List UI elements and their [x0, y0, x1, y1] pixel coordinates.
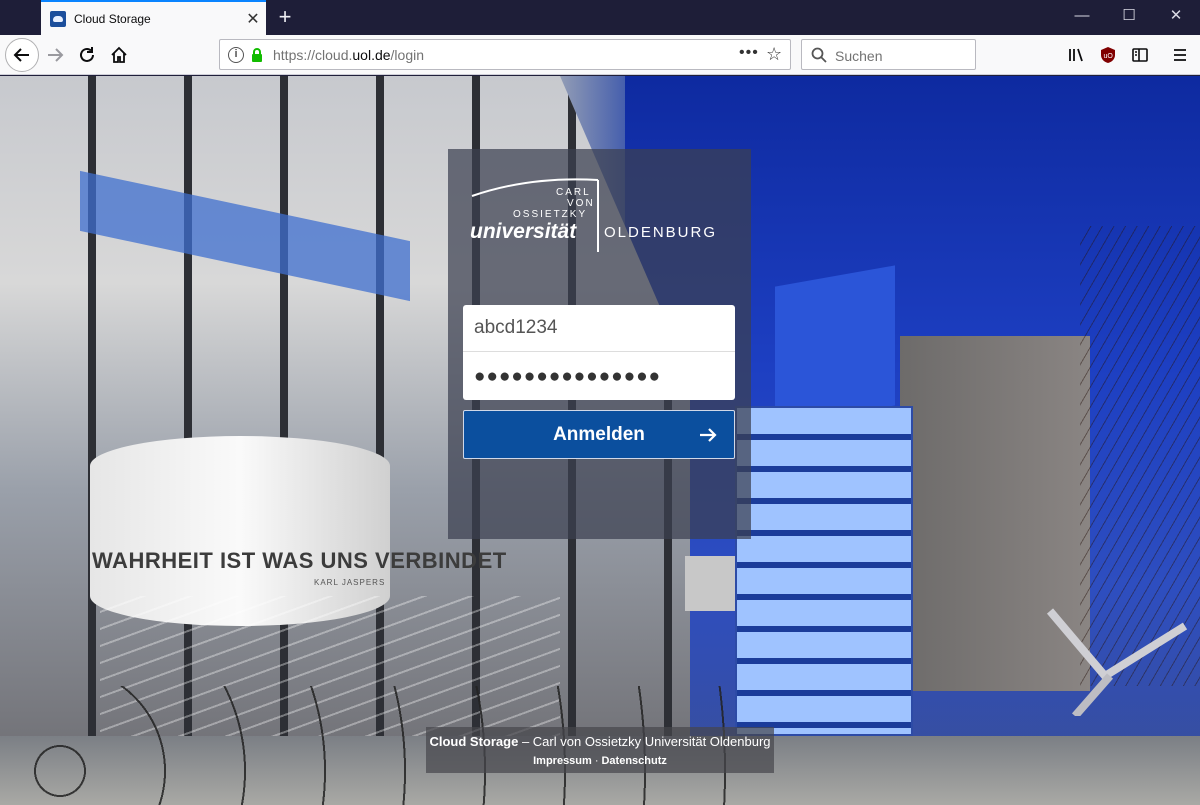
page-footer: Cloud Storage – Carl von Ossietzky Unive…: [426, 727, 774, 773]
privacy-link[interactable]: Datenschutz: [601, 755, 666, 767]
site-info-icon[interactable]: i: [228, 47, 244, 63]
sidebar-icon: [1132, 48, 1148, 62]
login-button[interactable]: Anmelden: [463, 410, 735, 459]
favicon-icon: [50, 10, 66, 27]
logo-line-ossietzky: OSSIETZKY: [513, 209, 588, 220]
window-close-button[interactable]: ✕: [1166, 6, 1186, 26]
wall-inscription: WAHRHEIT IST WAS UNS VERBINDET: [92, 548, 507, 573]
library-icon: [1069, 48, 1083, 62]
search-icon: [811, 47, 827, 63]
login-form: [463, 305, 735, 400]
arrow-right-icon: [700, 428, 717, 442]
tab-strip: Cloud Storage ✕ + — ☐ ✕: [0, 0, 1200, 35]
logo-universitaet: universität: [470, 220, 577, 243]
university-logo: CARL VON OSSIETZKY universität OLDENBURG: [470, 176, 740, 256]
url-text[interactable]: https://cloud.uol.de/login: [273, 47, 424, 63]
tab-close-icon[interactable]: ✕: [240, 9, 266, 29]
background-glass-tower: [735, 406, 913, 736]
tab-cloud-storage[interactable]: Cloud Storage ✕: [41, 0, 266, 35]
background-tower-sign: [775, 265, 895, 427]
maximize-button[interactable]: ☐: [1119, 6, 1139, 26]
username-input[interactable]: [463, 305, 735, 352]
reload-icon: [80, 47, 94, 62]
menu-button[interactable]: [1169, 44, 1191, 66]
background-sculpture: [1046, 608, 1188, 716]
footer-dot: ·: [594, 755, 599, 767]
reload-button[interactable]: [76, 44, 98, 66]
menu-icon: [1174, 49, 1186, 61]
sidebar-button[interactable]: [1129, 44, 1151, 66]
arrow-left-icon: [13, 48, 29, 62]
new-tab-button[interactable]: +: [275, 4, 295, 30]
lock-icon: [252, 48, 262, 62]
password-input[interactable]: [463, 353, 735, 400]
url-bar[interactable]: i https://cloud.uol.de/login ••• ☆: [219, 39, 791, 70]
page-content: WAHRHEIT IST WAS UNS VERBINDET KARL JASP…: [0, 76, 1200, 805]
logo-line-carl: CARL: [556, 187, 591, 198]
forward-button[interactable]: [44, 44, 66, 66]
library-button[interactable]: [1065, 44, 1087, 66]
ublock-icon: uO: [1101, 47, 1115, 63]
search-placeholder: Suchen: [835, 48, 883, 64]
login-button-label: Anmelden: [553, 423, 645, 445]
minimize-button[interactable]: —: [1072, 6, 1092, 26]
search-bar[interactable]: Suchen: [801, 39, 976, 70]
home-icon: [111, 46, 127, 63]
bookmark-star-icon[interactable]: ☆: [766, 44, 782, 65]
tab-title: Cloud Storage: [74, 11, 151, 26]
navigation-toolbar: i https://cloud.uol.de/login ••• ☆ Suche…: [0, 35, 1200, 75]
home-button[interactable]: [108, 44, 130, 66]
logo-oldenburg: OLDENBURG: [604, 224, 718, 241]
imprint-link[interactable]: Impressum: [533, 755, 592, 767]
back-button[interactable]: [5, 38, 39, 72]
arrow-right-icon: [48, 48, 64, 62]
page-actions-button[interactable]: •••: [739, 44, 759, 62]
logo-line-von: VON: [567, 198, 595, 209]
footer-links: Impressum · Datenschutz: [426, 755, 774, 767]
svg-text:uO: uO: [1104, 53, 1114, 60]
footer-title: Cloud Storage – Carl von Ossietzky Unive…: [429, 734, 771, 749]
ublock-button[interactable]: uO: [1097, 44, 1119, 66]
logo-swoosh: [471, 178, 599, 252]
wall-inscription-author: KARL JASPERS: [314, 578, 386, 587]
